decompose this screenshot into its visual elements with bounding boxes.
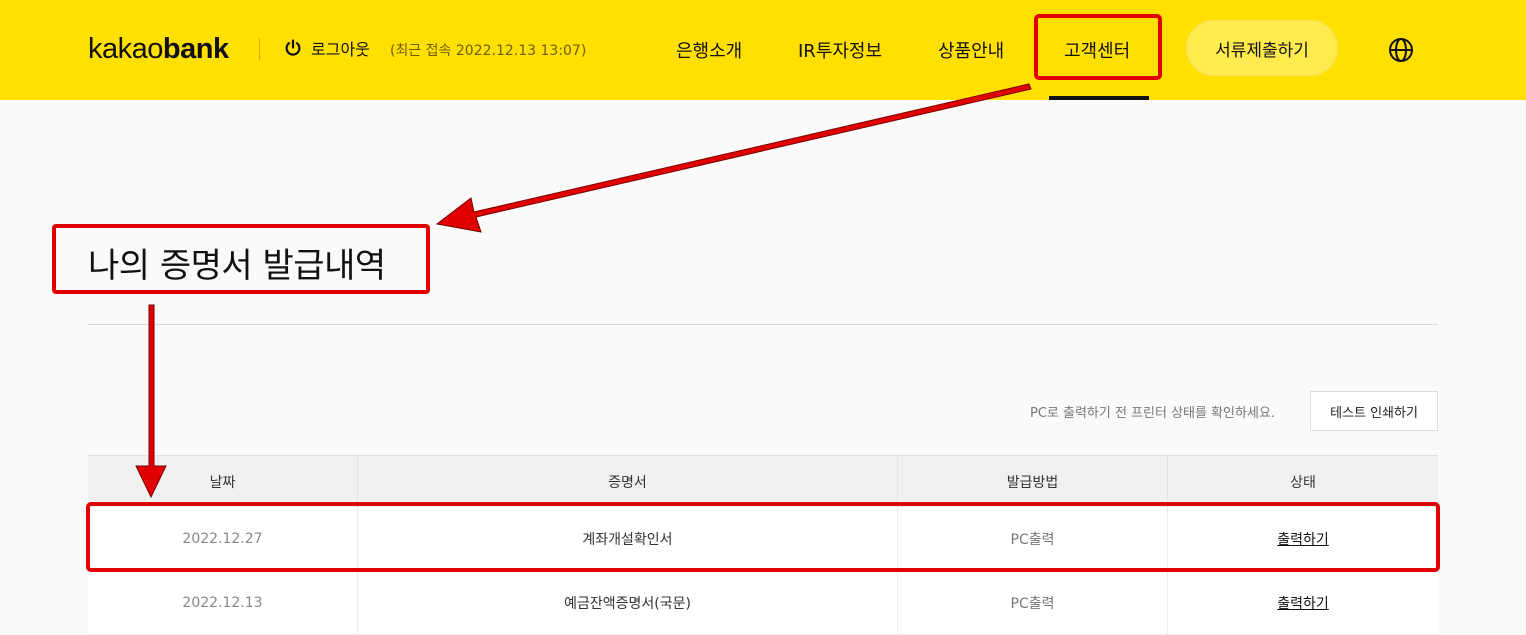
- kakaobank-logo[interactable]: kakaobank: [88, 33, 229, 66]
- print-hint-text: PC로 출력하기 전 프린터 상태를 확인하세요.: [1030, 406, 1276, 421]
- nav-item-customer-center[interactable]: 고객센터: [1064, 37, 1130, 63]
- power-icon: [285, 39, 301, 56]
- row-certificate: 예금잔액증명서(국문): [358, 571, 898, 634]
- annotation-arrow-to-title: [435, 83, 1032, 233]
- row-date: 2022.12.27: [88, 507, 358, 570]
- last-login-text: (최근 접속 2022.12.13 13:07): [390, 43, 587, 59]
- table-row: 2022.12.27 계좌개설확인서 PC출력 출력하기: [88, 507, 1438, 571]
- row-method: PC출력: [898, 571, 1168, 634]
- row-status-cell: 출력하기: [1168, 507, 1438, 570]
- column-header-certificate: 증명서: [358, 456, 898, 507]
- nav-item-ir[interactable]: IR투자정보: [798, 37, 882, 63]
- logout-button[interactable]: 로그아웃: [283, 36, 370, 60]
- column-header-method: 발급방법: [898, 456, 1168, 507]
- nav-item-bank-intro[interactable]: 은행소개: [676, 37, 742, 63]
- row-status-cell: 출력하기: [1168, 571, 1438, 634]
- column-header-status: 상태: [1290, 474, 1316, 491]
- annotation-box-page-title: [52, 224, 430, 294]
- active-nav-indicator: [1049, 96, 1149, 100]
- column-header-date: 날짜: [88, 456, 358, 507]
- header-divider: [259, 38, 260, 60]
- print-link[interactable]: 출력하기: [1277, 593, 1329, 613]
- test-print-button[interactable]: 테스트 인쇄하기: [1310, 391, 1438, 431]
- title-divider: [88, 324, 1438, 325]
- submit-documents-button[interactable]: 서류제출하기: [1186, 20, 1338, 76]
- globe-icon[interactable]: [1387, 36, 1415, 64]
- nav-item-products[interactable]: 상품안내: [938, 37, 1004, 63]
- row-method: PC출력: [898, 507, 1168, 570]
- logo-text-light: kakao: [88, 33, 163, 65]
- top-header: kakaobank 로그아웃 (최근 접속 2022.12.13 13:07) …: [0, 0, 1526, 100]
- print-link[interactable]: 출력하기: [1277, 529, 1329, 549]
- table-header: 날짜 증명서 발급방법 상태: [88, 455, 1438, 507]
- logo-text-bold: bank: [162, 33, 229, 65]
- logout-label: 로그아웃: [311, 40, 370, 59]
- row-certificate: 계좌개설확인서: [358, 507, 898, 570]
- certificate-history-table: 날짜 증명서 발급방법 상태 2022.12.27 계좌개설확인서 PC출력 출…: [88, 455, 1438, 635]
- table-row: 2022.12.13 예금잔액증명서(국문) PC출력 출력하기: [88, 571, 1438, 635]
- row-date: 2022.12.13: [88, 571, 358, 634]
